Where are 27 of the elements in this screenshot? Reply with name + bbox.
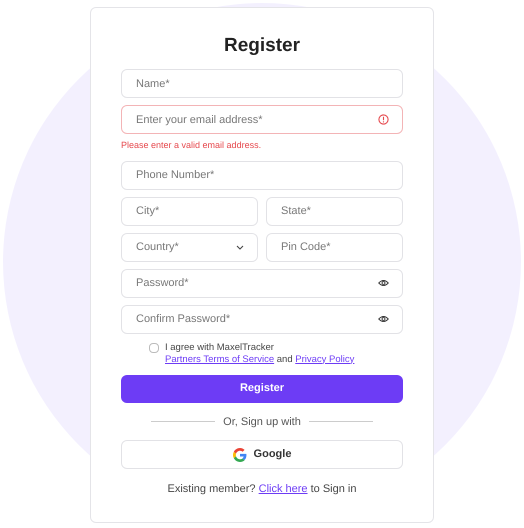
eye-icon[interactable] [378, 279, 389, 287]
alert-icon [378, 114, 389, 125]
input-field[interactable]: Name* [121, 69, 403, 98]
input-field[interactable]: Confirm Password* [121, 304, 403, 334]
eye-icon[interactable] [378, 315, 389, 323]
link[interactable]: Click here [258, 483, 308, 495]
link[interactable]: Privacy Policy [295, 354, 354, 364]
input-field[interactable]: Phone Number* [121, 160, 403, 190]
form-title: Register [222, 36, 302, 55]
google-icon [232, 448, 247, 462]
register-button[interactable]: Register [121, 374, 403, 402]
divider-text: Or, Sign up with [223, 414, 301, 430]
link[interactable]: Partners Terms of Service [165, 354, 274, 364]
agreement-text: and [276, 354, 293, 364]
input-field[interactable]: Pin Code* [266, 232, 403, 262]
country-select[interactable]: Country* [121, 232, 258, 262]
error-message: Please enter a valid email address. [121, 139, 262, 152]
input-field[interactable]: City* [121, 196, 258, 226]
signin-text: Existing member? [168, 483, 256, 495]
google-button[interactable]: Google [121, 440, 403, 469]
input-field[interactable]: Enter your email address* [121, 105, 403, 134]
signin-text: to Sign in [310, 483, 356, 495]
chevron-down-icon [236, 244, 244, 250]
input-field[interactable]: State* [266, 196, 403, 226]
agree-checkbox[interactable] [149, 342, 159, 352]
agreement-text: I agree with MaxelTracker [165, 342, 274, 352]
input-field[interactable]: Password* [121, 268, 403, 298]
